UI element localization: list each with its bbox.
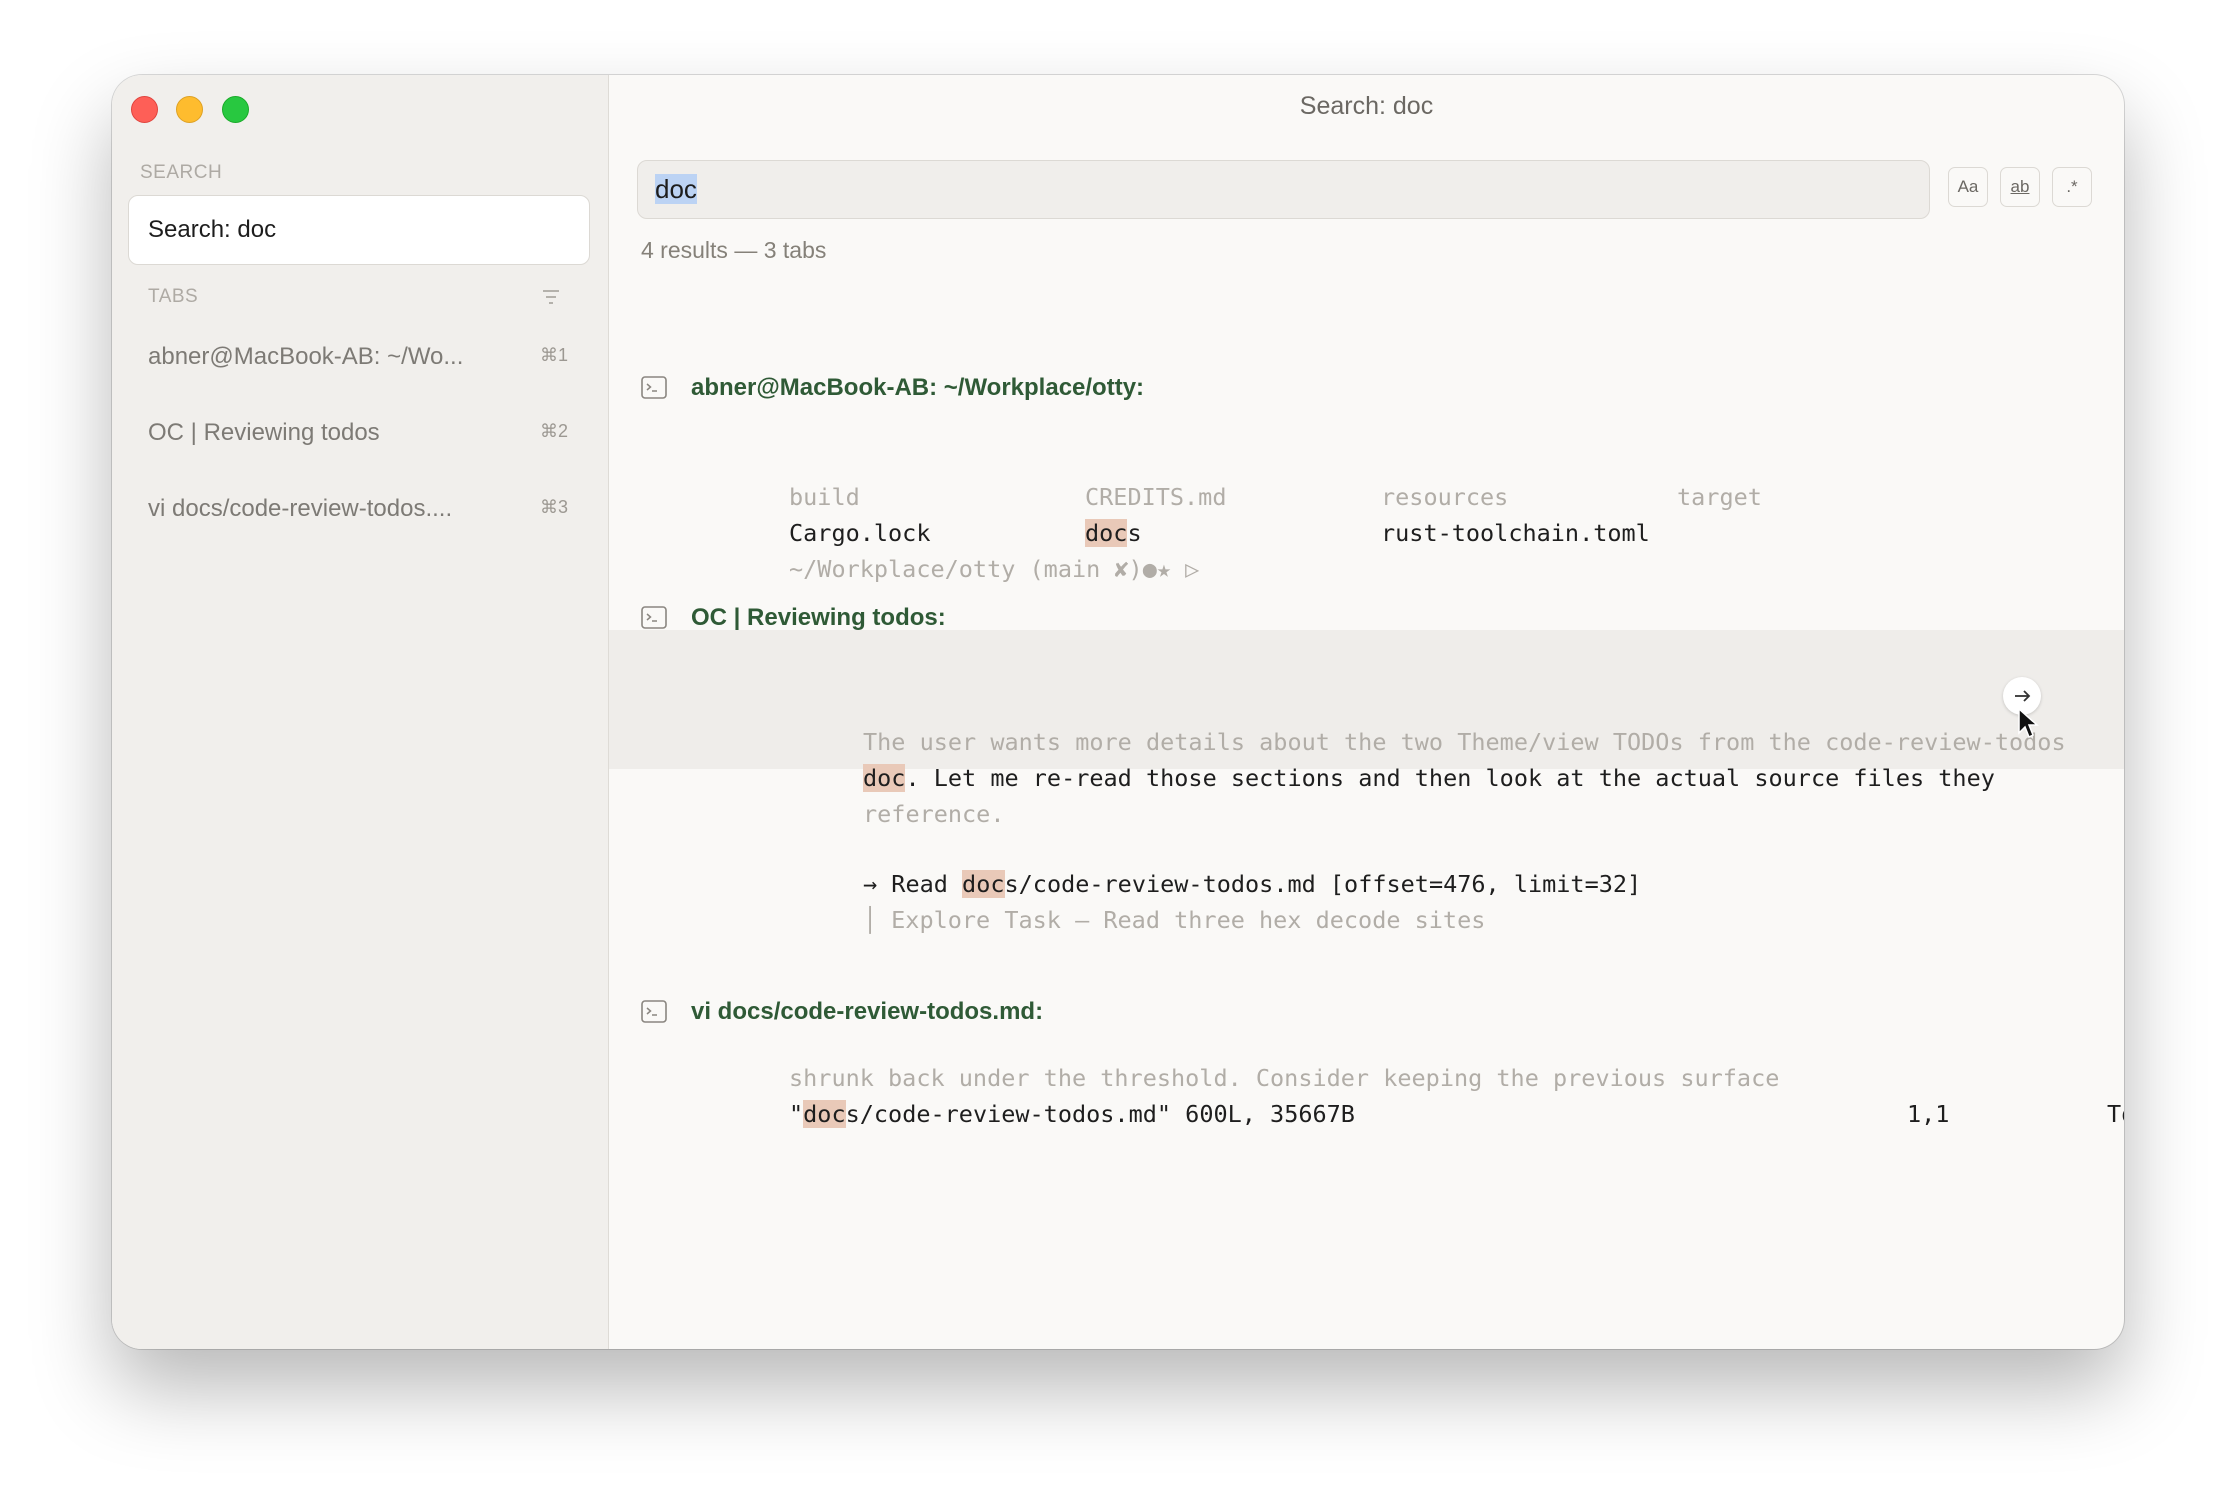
regex-icon: .* <box>2066 177 2078 196</box>
filter-lines-icon[interactable] <box>542 288 560 306</box>
cursor-position: 1,1 <box>1907 1100 1950 1128</box>
tab-label: vi docs/code-review-todos.... <box>148 495 453 522</box>
app-window: SEARCH Search: doc TABS abner@MacBook-AB… <box>112 75 2124 1349</box>
match-highlight: doc <box>863 764 906 792</box>
line-text: Explore Task — Read three hex decode sit… <box>891 906 1486 934</box>
result-line: shrunk back under the threshold. Conside… <box>789 1064 1780 1092</box>
result-line: The user wants more details about the tw… <box>863 728 2066 756</box>
result-line: rust-toolchain.toml <box>1381 519 1650 547</box>
sidebar-search-entry[interactable]: Search: doc <box>128 195 590 265</box>
match-prefix: " <box>789 1100 804 1128</box>
search-input[interactable]: doc <box>637 160 1930 219</box>
terminal-icon <box>641 376 667 399</box>
result-line: target <box>1677 483 1762 511</box>
search-section-label: SEARCH <box>140 162 223 183</box>
whole-word-button[interactable]: ab <box>2000 167 2040 207</box>
sidebar: SEARCH Search: doc TABS abner@MacBook-AB… <box>112 75 609 1349</box>
regex-button[interactable]: .* <box>2052 167 2092 207</box>
match-case-button[interactable]: Aa <box>1948 167 1988 207</box>
window-title: Search: doc <box>1299 92 1434 120</box>
results-summary: 4 results — 3 tabs <box>641 237 827 263</box>
tab-shortcut: ⌘1 <box>539 345 568 365</box>
tabs-section-label: TABS <box>148 286 199 307</box>
result-group-title: vi docs/code-review-todos.md: <box>691 998 1044 1025</box>
sidebar-tab-3[interactable]: vi docs/code-review-todos.... ⌘3 <box>112 479 608 539</box>
whole-word-icon: ab <box>2010 177 2030 196</box>
terminal-icon <box>641 1000 667 1023</box>
match-rest: s <box>1127 519 1142 547</box>
search-query: doc <box>655 174 697 204</box>
result-line: reference. <box>863 800 1005 828</box>
result-line: build <box>789 483 860 511</box>
result-match-line[interactable]: doc. Let me re-read those sections and t… <box>863 760 1995 796</box>
result-line: CREDITS.md <box>1085 483 1227 511</box>
match-prefix: → Read <box>863 870 963 898</box>
terminal-icon <box>641 606 667 629</box>
match-case-icon: Aa <box>1957 177 1979 196</box>
sidebar-tab-1[interactable]: abner@MacBook-AB: ~/Wo... ⌘1 <box>112 327 608 387</box>
match-rest: s/code-review-todos.md [offset=476, limi… <box>1004 870 1642 898</box>
result-match-line[interactable]: "docs/code-review-todos.md" 600L, 35667B <box>789 1096 1355 1132</box>
result-line: │ Explore Task — Read three hex decode si… <box>863 902 1485 938</box>
main-panel: Search: doc doc Aa ab .* 4 results — 3 t… <box>609 75 2124 1349</box>
result-line: Cargo.lock <box>789 519 931 547</box>
mouse-pointer-icon <box>2018 707 2039 739</box>
close-window-button[interactable] <box>131 96 158 123</box>
match-rest: s/code-review-todos.md" 600L, 35667B <box>845 1100 1355 1128</box>
tab-shortcut: ⌘3 <box>539 497 568 517</box>
match-highlight: doc <box>803 1100 846 1128</box>
scroll-position: Top <box>2107 1100 2124 1128</box>
result-line: ~/Workplace/otty (main ✘)●★ ▷ <box>789 555 1200 583</box>
result-line: resources <box>1381 483 1509 511</box>
vertical-bar: │ <box>863 906 878 934</box>
zoom-window-button[interactable] <box>222 96 249 123</box>
tab-label: OC | Reviewing todos <box>148 419 380 446</box>
sidebar-tab-2[interactable]: OC | Reviewing todos ⌘2 <box>112 403 608 463</box>
minimize-window-button[interactable] <box>176 96 203 123</box>
match-highlight: doc <box>962 870 1005 898</box>
match-highlight: doc <box>1085 519 1128 547</box>
result-match-line[interactable]: docs <box>1085 515 1142 551</box>
tab-label: abner@MacBook-AB: ~/Wo... <box>148 343 464 370</box>
result-group-title: abner@MacBook-AB: ~/Workplace/otty: <box>691 374 1145 401</box>
tab-shortcut: ⌘2 <box>539 421 568 441</box>
match-rest: . Let me re-read those sections and then… <box>905 764 1995 792</box>
result-match-line[interactable]: → Read docs/code-review-todos.md [offset… <box>863 866 1641 902</box>
